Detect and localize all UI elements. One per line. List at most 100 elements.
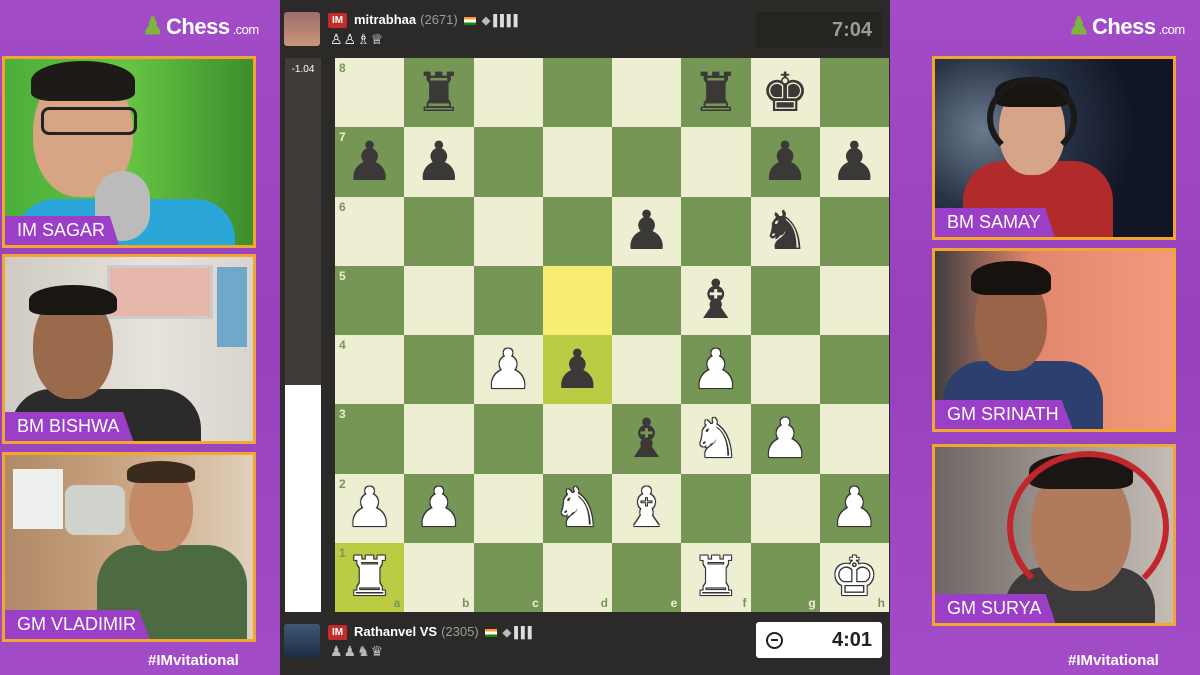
square-c2[interactable] xyxy=(473,473,543,543)
square-e3[interactable]: ♝ xyxy=(612,404,682,474)
black-pawn-piece[interactable]: ♟ xyxy=(830,134,878,189)
square-e6[interactable]: ♟ xyxy=(612,196,682,266)
square-f5[interactable]: ♝ xyxy=(681,265,751,335)
black-bishop-piece[interactable]: ♝ xyxy=(622,411,670,466)
square-a3[interactable]: 3 xyxy=(335,404,405,474)
black-pawn-piece[interactable]: ♟ xyxy=(553,342,601,397)
white-bishop-piece[interactable]: ♝ xyxy=(622,481,670,535)
square-h4[interactable] xyxy=(819,335,889,405)
square-e2[interactable]: ♝ xyxy=(612,473,682,543)
nameplate: GM VLADIMIR xyxy=(5,610,151,639)
square-a6[interactable]: 6 xyxy=(335,196,405,266)
black-pawn-piece[interactable]: ♟ xyxy=(761,134,809,189)
white-pawn-piece[interactable]: ♟ xyxy=(415,481,463,535)
square-a4[interactable]: 4 xyxy=(335,335,405,405)
top-player-name-line[interactable]: mitrabhaa (2671) ◆ ▌▌▌▌ xyxy=(354,12,521,27)
square-a8[interactable]: 8 xyxy=(335,58,405,128)
square-f4[interactable]: ♟ xyxy=(681,335,751,405)
square-b5[interactable] xyxy=(404,265,474,335)
headphones-icon xyxy=(987,77,1077,159)
square-g3[interactable]: ♟ xyxy=(750,404,820,474)
square-h6[interactable] xyxy=(819,196,889,266)
bottom-clock-time: 4:01 xyxy=(831,628,872,651)
square-e5[interactable] xyxy=(612,265,682,335)
square-g5[interactable] xyxy=(750,265,820,335)
square-g4[interactable] xyxy=(750,335,820,405)
square-a7[interactable]: 7 ♟ xyxy=(335,127,405,197)
white-rook-piece[interactable]: ♜ xyxy=(692,550,740,604)
square-d6[interactable] xyxy=(542,196,612,266)
square-h2[interactable]: ♟ xyxy=(819,473,889,543)
black-pawn-piece[interactable]: ♟ xyxy=(345,134,393,189)
black-pawn-piece[interactable]: ♟ xyxy=(415,134,463,189)
bottom-player-name[interactable]: Rathanvel VS xyxy=(354,624,437,639)
square-h3[interactable] xyxy=(819,404,889,474)
square-b7[interactable]: ♟ xyxy=(404,127,474,197)
square-c3[interactable] xyxy=(473,404,543,474)
white-pawn-piece[interactable]: ♟ xyxy=(484,342,532,397)
black-bishop-piece[interactable]: ♝ xyxy=(692,273,740,327)
black-rook-piece[interactable]: ♜ xyxy=(415,65,463,120)
square-h7[interactable]: ♟ xyxy=(819,127,889,197)
player-title-badge: IM xyxy=(328,625,348,640)
white-pawn-piece[interactable]: ♟ xyxy=(830,481,878,535)
top-player-name[interactable]: mitrabhaa xyxy=(354,12,416,27)
square-a2[interactable]: 2 ♟ xyxy=(335,473,405,543)
square-c5[interactable] xyxy=(473,265,543,335)
square-h8[interactable] xyxy=(819,58,889,128)
square-f1[interactable]: f ♜ xyxy=(681,542,751,612)
square-d3[interactable] xyxy=(542,404,612,474)
square-g1[interactable]: g xyxy=(750,542,820,612)
white-pawn-piece[interactable]: ♟ xyxy=(761,411,809,466)
square-h1[interactable]: h ♚ xyxy=(819,542,889,612)
square-b1[interactable]: b xyxy=(404,542,474,612)
square-b8[interactable]: ♜ xyxy=(404,58,474,128)
evaluation-bar: -1.04 xyxy=(285,58,321,612)
square-d5[interactable] xyxy=(542,265,612,335)
bottom-player-name-line[interactable]: Rathanvel VS (2305) ◆ ▌▌▌ xyxy=(354,624,536,639)
square-e7[interactable] xyxy=(612,127,682,197)
white-pawn-piece[interactable]: ♟ xyxy=(692,342,740,397)
square-f3[interactable]: ♞ xyxy=(681,404,751,474)
square-g6[interactable]: ♞ xyxy=(750,196,820,266)
square-f8[interactable]: ♜ xyxy=(681,58,751,128)
square-f2[interactable] xyxy=(681,473,751,543)
black-king-piece[interactable]: ♚ xyxy=(761,65,809,120)
square-d1[interactable]: d xyxy=(542,542,612,612)
white-knight-piece[interactable]: ♞ xyxy=(692,411,740,466)
chess-board[interactable]: 8 ♜ ♜ ♚ 7 ♟ ♟ ♟ ♟ 6 ♟ ♞ 5 ♝ 4 ♟ ♟ ♟ 3 ♝ ♞ ♟ 2 ♟ ♟ ♞ ♝ ♟ 1 a ♜ b c d e f ♜ g h ♚ xyxy=(335,58,889,612)
square-g7[interactable]: ♟ xyxy=(750,127,820,197)
white-rook-piece[interactable]: ♜ xyxy=(345,550,393,604)
white-pawn-piece[interactable]: ♟ xyxy=(345,481,393,535)
square-g2[interactable] xyxy=(750,473,820,543)
square-d2[interactable]: ♞ xyxy=(542,473,612,543)
square-e4[interactable] xyxy=(612,335,682,405)
square-b6[interactable] xyxy=(404,196,474,266)
square-c4[interactable]: ♟ xyxy=(473,335,543,405)
black-rook-piece[interactable]: ♜ xyxy=(692,65,740,120)
square-d7[interactable] xyxy=(542,127,612,197)
square-c7[interactable] xyxy=(473,127,543,197)
bottom-player-avatar xyxy=(284,624,320,658)
nameplate: IM SAGAR xyxy=(5,216,120,245)
black-knight-piece[interactable]: ♞ xyxy=(761,204,809,258)
square-a5[interactable]: 5 xyxy=(335,265,405,335)
square-f7[interactable] xyxy=(681,127,751,197)
square-d4[interactable]: ♟ xyxy=(542,335,612,405)
square-c6[interactable] xyxy=(473,196,543,266)
square-a1[interactable]: 1 a ♜ xyxy=(335,542,405,612)
white-king-piece[interactable]: ♚ xyxy=(830,550,878,604)
square-b3[interactable] xyxy=(404,404,474,474)
square-g8[interactable]: ♚ xyxy=(750,58,820,128)
black-pawn-piece[interactable]: ♟ xyxy=(622,204,670,258)
square-d8[interactable] xyxy=(542,58,612,128)
square-f6[interactable] xyxy=(681,196,751,266)
square-c1[interactable]: c xyxy=(473,542,543,612)
square-e8[interactable] xyxy=(612,58,682,128)
white-knight-piece[interactable]: ♞ xyxy=(553,481,601,535)
square-b2[interactable]: ♟ xyxy=(404,473,474,543)
square-b4[interactable] xyxy=(404,335,474,405)
square-h5[interactable] xyxy=(819,265,889,335)
square-e1[interactable]: e xyxy=(612,542,682,612)
square-c8[interactable] xyxy=(473,58,543,128)
